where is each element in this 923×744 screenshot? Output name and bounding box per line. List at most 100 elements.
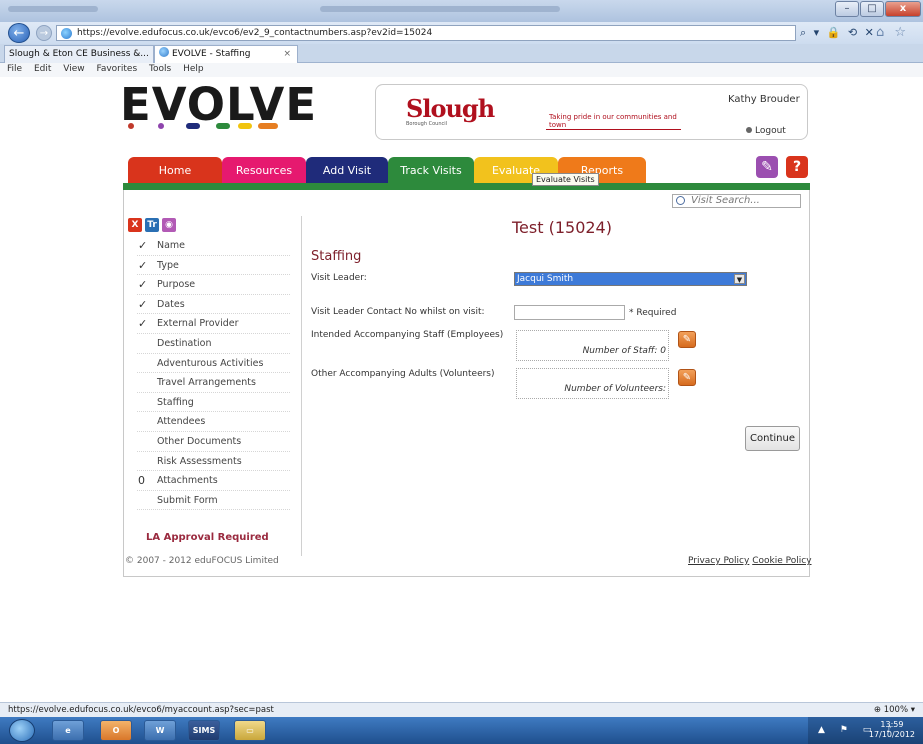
sidebar-item-label: Dates [157, 298, 185, 310]
sidebar-item-label: Purpose [157, 279, 196, 291]
visit-title: Test (15024) [512, 218, 612, 237]
folder-icon[interactable]: ▭ [234, 720, 266, 741]
user-name: Kathy Brouder [728, 94, 800, 105]
sidebar-item-label: Name [157, 240, 186, 251]
word-icon[interactable]: W [144, 720, 176, 741]
checkmark-icon: ✓ [138, 258, 148, 272]
visit-leader-label: Visit Leader: [311, 273, 367, 283]
delete-icon[interactable]: X [128, 218, 142, 232]
staff-count-box: Number of Staff: 0 [516, 330, 669, 361]
contact-number-input[interactable] [514, 305, 625, 320]
staff-label: Intended Accompanying Staff (Employees) [311, 330, 504, 340]
cookie-policy-link[interactable]: Cookie Policy [752, 556, 811, 566]
outlook-icon[interactable]: O [100, 720, 132, 741]
tooltip-evaluate: Evaluate Visits [532, 173, 599, 186]
zoom-level[interactable]: ⊕ 100% ▾ [874, 703, 915, 717]
forward-button[interactable]: → [36, 25, 52, 41]
clock-date: 17/10/2012 [868, 730, 915, 739]
address-bar[interactable]: https://evolve.edufocus.co.uk/evco6/ev2_… [56, 25, 796, 41]
volunteers-label: Other Accompanying Adults (Volunteers) [311, 369, 495, 379]
menu-favorites[interactable]: Favorites [96, 64, 137, 74]
bullet-icon [746, 127, 752, 133]
transfer-icon[interactable]: Tr [145, 218, 159, 232]
evolve-logo[interactable]: EVOLVE [120, 82, 317, 127]
view-icon[interactable]: ◉ [162, 218, 176, 232]
menu-bar: File Edit View Favorites Tools Help [0, 63, 923, 77]
sidebar-item-purpose[interactable]: ✓ Purpose [137, 275, 290, 295]
frame-bottom [123, 576, 810, 577]
address-url: https://evolve.edufocus.co.uk/evco6/ev2_… [77, 28, 433, 38]
logout-link[interactable]: Logout [746, 126, 786, 136]
menu-tools[interactable]: Tools [149, 64, 171, 74]
close-window-button[interactable]: x [885, 1, 921, 17]
sidebar-item-label: Type [157, 259, 179, 271]
search-placeholder: Visit Search... [691, 195, 760, 206]
address-row: ← → https://evolve.edufocus.co.uk/evco6/… [0, 22, 923, 44]
nav-home[interactable]: Home [128, 157, 222, 184]
contact-label: Visit Leader Contact No whilst on visit: [311, 307, 485, 317]
nav-add-visit[interactable]: Add Visit [306, 157, 388, 184]
window-titlebar: – □ x [0, 0, 923, 22]
address-tools[interactable]: ⌕ ▾ 🔒 ⟲ ✕ [800, 26, 876, 40]
sidebar-item-label: Attendees [157, 416, 206, 428]
logo-dot [158, 123, 164, 129]
footer-links: Privacy Policy Cookie Policy [688, 556, 812, 566]
continue-button[interactable]: Continue [745, 426, 800, 451]
menu-help[interactable]: Help [183, 64, 204, 74]
tab-evolve-staffing[interactable]: EVOLVE - Staffing × [154, 45, 298, 63]
sidebar-item-attachments[interactable]: 0 Attachments [137, 471, 290, 491]
sidebar-item-external-provider[interactable]: ✓ External Provider [137, 314, 290, 334]
privacy-policy-link[interactable]: Privacy Policy [688, 556, 749, 566]
sidebar-item-label: Risk Assessments [157, 455, 242, 467]
la-approval-label: LA Approval Required [146, 532, 269, 543]
search-icon [676, 196, 685, 205]
status-url: https://evolve.edufocus.co.uk/evco6/myac… [8, 705, 274, 715]
frame-right [809, 190, 810, 577]
menu-edit[interactable]: Edit [34, 64, 51, 74]
site-icon [61, 28, 72, 39]
nav-resources[interactable]: Resources [222, 157, 306, 184]
sidebar-item-travel-arrangements[interactable]: Travel Arrangements [137, 373, 290, 393]
menu-view[interactable]: View [63, 64, 84, 74]
sidebar-item-dates[interactable]: ✓ Dates [137, 295, 290, 315]
sidebar-item-other-documents[interactable]: Other Documents [137, 432, 290, 452]
sidebar-item-label: Adventurous Activities [157, 357, 264, 369]
sidebar-item-submit-form[interactable]: Submit Form [137, 491, 290, 511]
sidebar-tools: X Tr ◉ [128, 218, 176, 232]
sims-taskbar-button[interactable]: SIMS [188, 720, 220, 741]
copyright: © 2007 - 2012 eduFOCUS Limited [125, 556, 279, 566]
volunteers-count-box: Number of Volunteers: [516, 368, 669, 399]
logo-dot [216, 123, 230, 129]
edit-staff-button[interactable]: ✎ [678, 331, 696, 348]
visit-search-input[interactable]: Visit Search... [672, 194, 801, 208]
sidebar-item-attendees[interactable]: Attendees [137, 412, 290, 432]
edit-volunteers-button[interactable]: ✎ [678, 369, 696, 386]
sidebar-item-name[interactable]: ✓ Name [137, 236, 290, 256]
edit-pencil-icon[interactable]: ✎ [756, 156, 778, 178]
home-favorites-icons[interactable]: ⌂ ☆ [876, 25, 909, 40]
maximize-button[interactable]: □ [860, 1, 884, 17]
visit-leader-select[interactable]: Jacqui Smith ▼ [514, 272, 747, 286]
tab-slough-eton[interactable]: Slough & Eton CE Business &... [4, 45, 154, 63]
logo-dot [186, 123, 200, 129]
help-icon[interactable]: ? [786, 156, 808, 178]
sidebar-item-risk-assessments[interactable]: Risk Assessments [137, 452, 290, 472]
ie-icon[interactable]: e [52, 720, 84, 741]
minimize-button[interactable]: – [835, 1, 859, 17]
ie-page-icon [159, 47, 169, 57]
back-button[interactable]: ← [8, 23, 30, 43]
sidebar-item-adventurous-activities[interactable]: Adventurous Activities [137, 354, 290, 374]
clock[interactable]: 13:59 17/10/2012 [869, 720, 915, 740]
start-button[interactable] [9, 719, 35, 742]
nav-track-visits[interactable]: Track Visits [388, 157, 474, 184]
sidebar-item-staffing[interactable]: Staffing [137, 393, 290, 413]
menu-file[interactable]: File [7, 64, 22, 74]
tab-close-icon[interactable]: × [283, 46, 291, 63]
chevron-down-icon[interactable]: ▼ [734, 274, 745, 284]
sidebar-item-label: External Provider [157, 318, 239, 330]
item-count: 0 [138, 474, 145, 488]
council-banner: Slough Borough Council Taking pride in o… [375, 84, 808, 140]
slough-logo: Slough [406, 94, 495, 123]
sidebar-item-type[interactable]: ✓ Type [137, 256, 290, 276]
sidebar-item-destination[interactable]: Destination [137, 334, 290, 354]
